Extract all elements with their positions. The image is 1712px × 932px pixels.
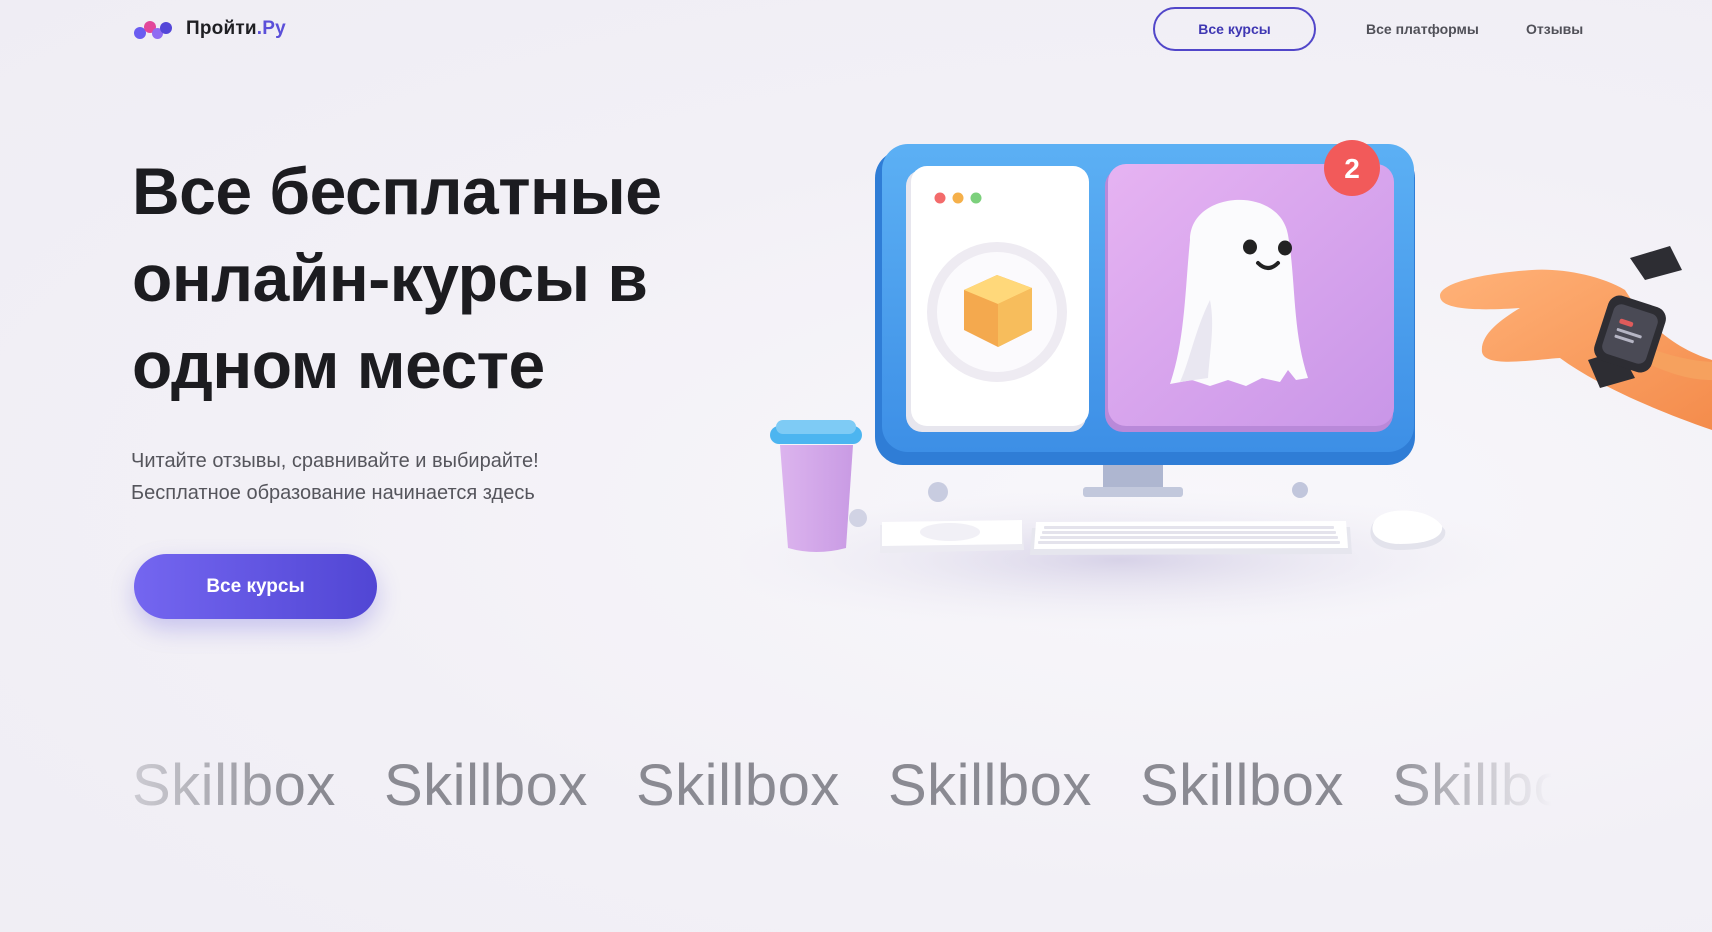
trackpad [880, 520, 1024, 553]
brand-logos-strip: Skillbox Skillbox Skillbox Skillbox Skil… [132, 752, 1552, 832]
brand-logo-skillbox[interactable]: Skillbox [1392, 752, 1552, 819]
nav-link-reviews[interactable]: Отзывы [1526, 21, 1583, 37]
brand-logo-skillbox[interactable]: Skillbox [384, 752, 588, 819]
pointing-hand-icon [1440, 246, 1712, 430]
hero-subtitle-line: Бесплатное образование начинается здесь [131, 482, 535, 504]
logo-text: Пройти.Ру [186, 18, 286, 39]
cta-all-courses-button[interactable]: Все курсы [134, 554, 377, 619]
logo[interactable]: Пройти.Ру [132, 14, 286, 44]
keyboard [1030, 521, 1352, 555]
deco-ball [849, 509, 867, 527]
deco-ball [1292, 482, 1308, 498]
nav-link-all-platforms[interactable]: Все платформы [1366, 21, 1479, 37]
landing-page: Пройти.Ру Все курсы Все платформы Отзывы… [0, 0, 1712, 932]
deco-ball [928, 482, 948, 502]
hero-title-line: Все бесплатные [132, 154, 662, 228]
site-header: Пройти.Ру Все курсы Все платформы Отзывы [0, 0, 1712, 60]
monitor: 2 [875, 140, 1415, 465]
notification-count: 2 [1344, 153, 1360, 184]
logo-dots-icon [132, 14, 174, 44]
hero-title: Все бесплатные онлайн-курсы в одном мест… [132, 148, 732, 409]
brand-logo-skillbox[interactable]: Skillbox [1140, 752, 1344, 819]
brand-logo-skillbox[interactable]: Skillbox [636, 752, 840, 819]
brand-logo-skillbox[interactable]: Skillbox [132, 752, 336, 819]
hero-illustration: 2 [740, 140, 1712, 630]
hero-title-line: онлайн-курсы в [132, 241, 648, 315]
nav-all-courses-button[interactable]: Все курсы [1153, 7, 1316, 51]
hero-subtitle-line: Читайте отзывы, сравнивайте и выбирайте! [131, 450, 539, 472]
brand-logo-skillbox[interactable]: Skillbox [888, 752, 1092, 819]
hero-title-line: одном месте [132, 328, 545, 402]
notification-badge: 2 [1324, 140, 1380, 196]
hero-subtitle: Читайте отзывы, сравнивайте и выбирайте!… [131, 445, 539, 509]
